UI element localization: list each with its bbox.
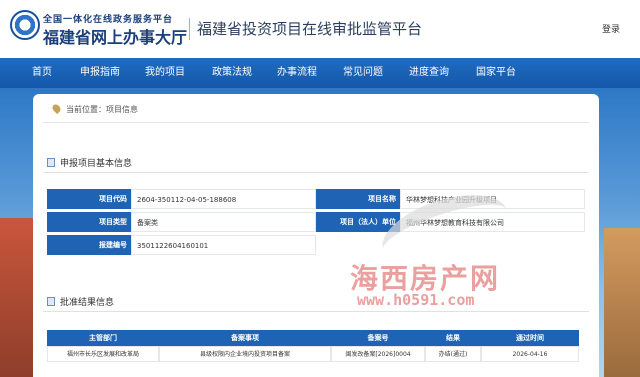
breadcrumb-current: 项目信息 bbox=[106, 105, 138, 114]
hero-building-left bbox=[0, 218, 36, 377]
project-code-label: 项目代码 bbox=[47, 189, 131, 209]
gov-logo-icon bbox=[10, 10, 40, 40]
nav-item-guide[interactable]: 申报指南 bbox=[80, 58, 120, 88]
results-header-time: 通过时间 bbox=[481, 330, 579, 346]
results-cell-dept: 福州市长乐区发展和改革局 bbox=[47, 346, 159, 362]
results-divider bbox=[43, 311, 589, 312]
results-cell-time: 2026-04-16 bbox=[481, 346, 579, 362]
project-owner-label: 项目（法人）单位 bbox=[316, 212, 400, 232]
project-type-value: 备案类 bbox=[131, 212, 316, 232]
nav-item-process[interactable]: 办事流程 bbox=[277, 58, 317, 88]
breadcrumb-divider bbox=[43, 122, 589, 123]
document-icon bbox=[47, 297, 55, 306]
basic-info-title: 申报项目基本信息 bbox=[47, 156, 132, 169]
results-cell-number: 闽发改备案[2026]0004 bbox=[331, 346, 425, 362]
watermark-url: www.h0591.com bbox=[357, 291, 475, 309]
breadcrumb: 当前位置：项目信息 bbox=[50, 102, 138, 115]
project-type-label: 项目类型 bbox=[47, 212, 131, 232]
results-header-item: 备案事项 bbox=[159, 330, 331, 346]
report-number-value: 3501122604160101 bbox=[131, 235, 316, 255]
basic-info-title-text: 申报项目基本信息 bbox=[60, 159, 133, 169]
login-link[interactable]: 登录 bbox=[602, 22, 620, 35]
nav-item-home[interactable]: 首页 bbox=[32, 58, 52, 88]
results-title: 批准结果信息 bbox=[47, 295, 114, 308]
results-header-number: 备案号 bbox=[331, 330, 425, 346]
results-cell-item: 县级权限内企业境内投资项目备案 bbox=[159, 346, 331, 362]
results-title-text: 批准结果信息 bbox=[60, 298, 115, 308]
nav-item-policies[interactable]: 政策法规 bbox=[212, 58, 252, 88]
breadcrumb-prefix: 当前位置： bbox=[66, 105, 106, 114]
main-nav: 首页 申报指南 我的项目 政策法规 办事流程 常见问题 进度查询 国家平台 bbox=[0, 58, 640, 88]
results-cell-result: 办结(通过) bbox=[425, 346, 481, 362]
brand-title[interactable]: 福建省网上办事大厅 bbox=[43, 24, 187, 48]
site-title: 福建省投资项目在线审批监管平台 bbox=[197, 20, 423, 38]
nav-item-national[interactable]: 国家平台 bbox=[476, 58, 516, 88]
hero-building-right bbox=[604, 228, 640, 377]
nav-item-my-projects[interactable]: 我的项目 bbox=[145, 58, 185, 88]
project-code-value: 2604-350112-04-05-188608 bbox=[131, 189, 316, 209]
basic-info-divider bbox=[43, 172, 589, 173]
location-pin-icon bbox=[50, 102, 63, 115]
nav-item-progress[interactable]: 进度查询 bbox=[409, 58, 449, 88]
nav-item-faq[interactable]: 常见问题 bbox=[343, 58, 383, 88]
header-divider bbox=[189, 18, 190, 40]
results-header-result: 结果 bbox=[425, 330, 481, 346]
report-number-label: 报建编号 bbox=[47, 235, 131, 255]
site-header: 全国一体化在线政务服务平台 福建省网上办事大厅 福建省投资项目在线审批监管平台 … bbox=[0, 0, 640, 58]
project-name-label: 项目名称 bbox=[316, 189, 400, 209]
results-header-dept: 主管部门 bbox=[47, 330, 159, 346]
document-icon bbox=[47, 158, 55, 167]
